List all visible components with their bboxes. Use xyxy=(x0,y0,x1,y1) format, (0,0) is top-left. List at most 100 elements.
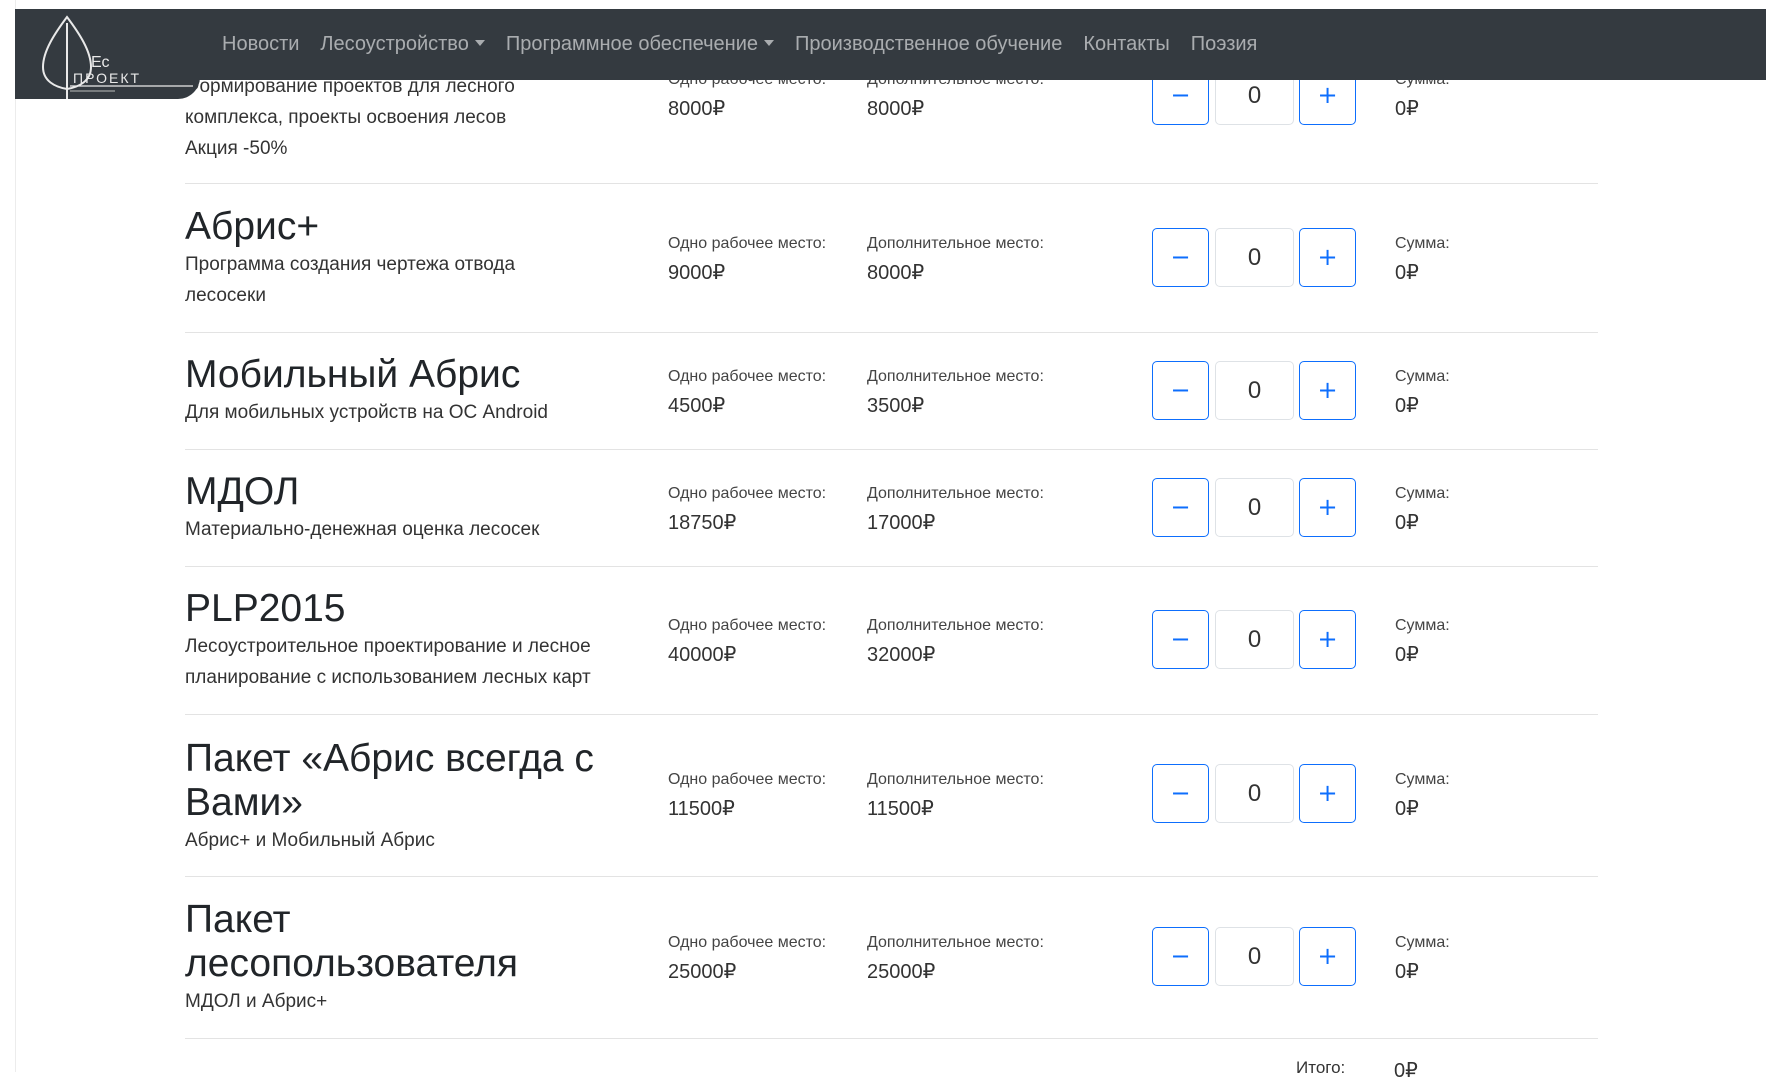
additional-seat-label: Дополнительное место: xyxy=(867,771,1044,788)
nav-item-news[interactable]: Новости xyxy=(222,33,299,56)
quantity-stepper: − + xyxy=(1152,610,1358,670)
quantity-stepper: − + xyxy=(1152,478,1358,538)
product-list: Формирование проектов для лесного компле… xyxy=(0,0,1766,1082)
logo-text-bottom: ПРОЕКТ xyxy=(73,70,141,86)
single-seat-price: Одно рабочее место: 25000₽ xyxy=(668,933,826,986)
product-description-line: планирование с использованием лесных кар… xyxy=(185,667,591,688)
quantity-input[interactable] xyxy=(1215,228,1294,287)
product-title: Мобильный Абрис xyxy=(185,353,521,396)
single-seat-value: 9000₽ xyxy=(668,262,726,284)
product-title: Абрис+ xyxy=(185,205,320,248)
increment-button[interactable]: + xyxy=(1299,361,1356,420)
additional-seat-value: 11500₽ xyxy=(867,798,934,820)
product-description-line: Материально-денежная оценка лесосек xyxy=(185,519,540,540)
increment-button[interactable]: + xyxy=(1299,927,1356,986)
single-seat-value: 18750₽ xyxy=(668,512,737,534)
quantity-input[interactable] xyxy=(1215,361,1294,420)
product-description-line: лесосеки xyxy=(185,285,266,306)
sum-value: 0₽ xyxy=(1395,512,1419,534)
single-seat-label: Одно рабочее место: xyxy=(668,617,827,634)
nav-item-label: Лесоустройство xyxy=(320,33,469,55)
product-row: Пакет лесопользователя МДОЛ и Абрис+ Одн… xyxy=(185,877,1598,1039)
product-info: Пакет лесопользователя МДОЛ и Абрис+ xyxy=(185,898,565,1017)
quantity-stepper: − + xyxy=(1152,764,1358,824)
sum: Сумма: 0₽ xyxy=(1395,234,1450,287)
product-description-line: Абрис+ и Мобильный Абрис xyxy=(185,830,435,851)
sum: Сумма: 0₽ xyxy=(1395,616,1450,669)
quantity-stepper: − + xyxy=(1152,228,1358,288)
increment-button[interactable]: + xyxy=(1299,228,1356,287)
single-seat-price: Одно рабочее место: 11500₽ xyxy=(668,770,826,823)
additional-seat-label: Дополнительное место: xyxy=(867,617,1044,634)
additional-seat-price: Дополнительное место: 32000₽ xyxy=(867,616,1044,669)
additional-seat-price: Дополнительное место: 25000₽ xyxy=(867,933,1044,986)
nav-item-training[interactable]: Производственное обучение xyxy=(795,33,1062,56)
quantity-input[interactable] xyxy=(1215,764,1294,823)
product-info: Пакет «Абрис всегда с Вами» Абрис+ и Моб… xyxy=(185,737,625,856)
single-seat-label: Одно рабочее место: xyxy=(668,235,827,252)
sum: Сумма: 0₽ xyxy=(1395,770,1450,823)
single-seat-label: Одно рабочее место: xyxy=(668,368,827,385)
single-seat-value: 11500₽ xyxy=(668,798,735,820)
decrement-button[interactable]: − xyxy=(1152,927,1209,986)
decrement-button[interactable]: − xyxy=(1152,478,1209,537)
sum-label: Сумма: xyxy=(1395,617,1450,634)
additional-seat-price: Дополнительное место: 17000₽ xyxy=(867,484,1044,537)
product-description-line: Лесоустроительное проектирование и лесно… xyxy=(185,636,591,657)
decrement-button[interactable]: − xyxy=(1152,361,1209,420)
single-seat-label: Одно рабочее место: xyxy=(668,771,827,788)
quantity-input[interactable] xyxy=(1215,478,1294,537)
additional-seat-value: 8000₽ xyxy=(867,98,925,120)
sum-label: Сумма: xyxy=(1395,771,1450,788)
single-seat-value: 8000₽ xyxy=(668,98,726,120)
sum-label: Сумма: xyxy=(1395,235,1450,252)
nav-item-contacts[interactable]: Контакты xyxy=(1083,33,1169,56)
sum-label: Сумма: xyxy=(1395,485,1450,502)
single-seat-value: 4500₽ xyxy=(668,395,726,417)
single-seat-value: 40000₽ xyxy=(668,644,737,666)
single-seat-price: Одно рабочее место: 9000₽ xyxy=(668,234,826,287)
nav-item-software[interactable]: Программное обеспечение xyxy=(506,33,775,56)
product-description-line: комплекса, проекты освоения лесов xyxy=(185,107,507,128)
product-title: Пакет лесопользователя xyxy=(185,898,519,985)
product-info: Формирование проектов для лесного компле… xyxy=(185,71,650,164)
additional-seat-label: Дополнительное место: xyxy=(867,485,1044,502)
decrement-button[interactable]: − xyxy=(1152,610,1209,669)
sum-label: Сумма: xyxy=(1395,368,1450,385)
logo[interactable]: Ес ПРОЕКТ xyxy=(15,9,200,99)
sum-value: 0₽ xyxy=(1395,98,1419,120)
increment-button[interactable]: + xyxy=(1299,478,1356,537)
additional-seat-value: 3500₽ xyxy=(867,395,925,417)
decrement-button[interactable]: − xyxy=(1152,228,1209,287)
product-description-line: Акция -50% xyxy=(185,138,288,159)
additional-seat-label: Дополнительное место: xyxy=(867,368,1044,385)
nav-item-forest-inventory[interactable]: Лесоустройство xyxy=(320,33,485,56)
single-seat-price: Одно рабочее место: 40000₽ xyxy=(668,616,826,669)
sum-value: 0₽ xyxy=(1395,961,1419,983)
product-title: МДОЛ xyxy=(185,470,300,513)
total-value: 0₽ xyxy=(1394,1060,1418,1082)
additional-seat-price: Дополнительное место: 3500₽ xyxy=(867,367,1044,420)
product-row: МДОЛ Материально-денежная оценка лесосек… xyxy=(185,450,1598,567)
increment-button[interactable]: + xyxy=(1299,764,1356,823)
product-description: Программа создания чертежа отвода лесосе… xyxy=(185,249,650,311)
product-row: Пакет «Абрис всегда с Вами» Абрис+ и Моб… xyxy=(185,715,1598,877)
single-seat-label: Одно рабочее место: xyxy=(668,934,827,951)
additional-seat-price: Дополнительное место: 8000₽ xyxy=(867,234,1044,287)
additional-seat-label: Дополнительное место: xyxy=(867,235,1044,252)
product-description-line: Для мобильных устройств на ОС Android xyxy=(185,402,548,423)
product-description: Материально-денежная оценка лесосек xyxy=(185,514,650,545)
additional-seat-value: 8000₽ xyxy=(867,262,925,284)
product-row: PLP2015 Лесоустроительное проектирование… xyxy=(185,567,1598,715)
product-title: Пакет «Абрис всегда с Вами» xyxy=(185,737,594,824)
product-info: Абрис+ Программа создания чертежа отвода… xyxy=(185,205,650,311)
product-title: PLP2015 xyxy=(185,587,346,630)
decrement-button[interactable]: − xyxy=(1152,764,1209,823)
sum-value: 0₽ xyxy=(1395,262,1419,284)
increment-button[interactable]: + xyxy=(1299,610,1356,669)
quantity-input[interactable] xyxy=(1215,610,1294,669)
product-info: PLP2015 Лесоустроительное проектирование… xyxy=(185,587,650,693)
quantity-input[interactable] xyxy=(1215,927,1294,986)
nav-item-poetry[interactable]: Поэзия xyxy=(1191,33,1258,56)
additional-seat-value: 17000₽ xyxy=(867,512,936,534)
